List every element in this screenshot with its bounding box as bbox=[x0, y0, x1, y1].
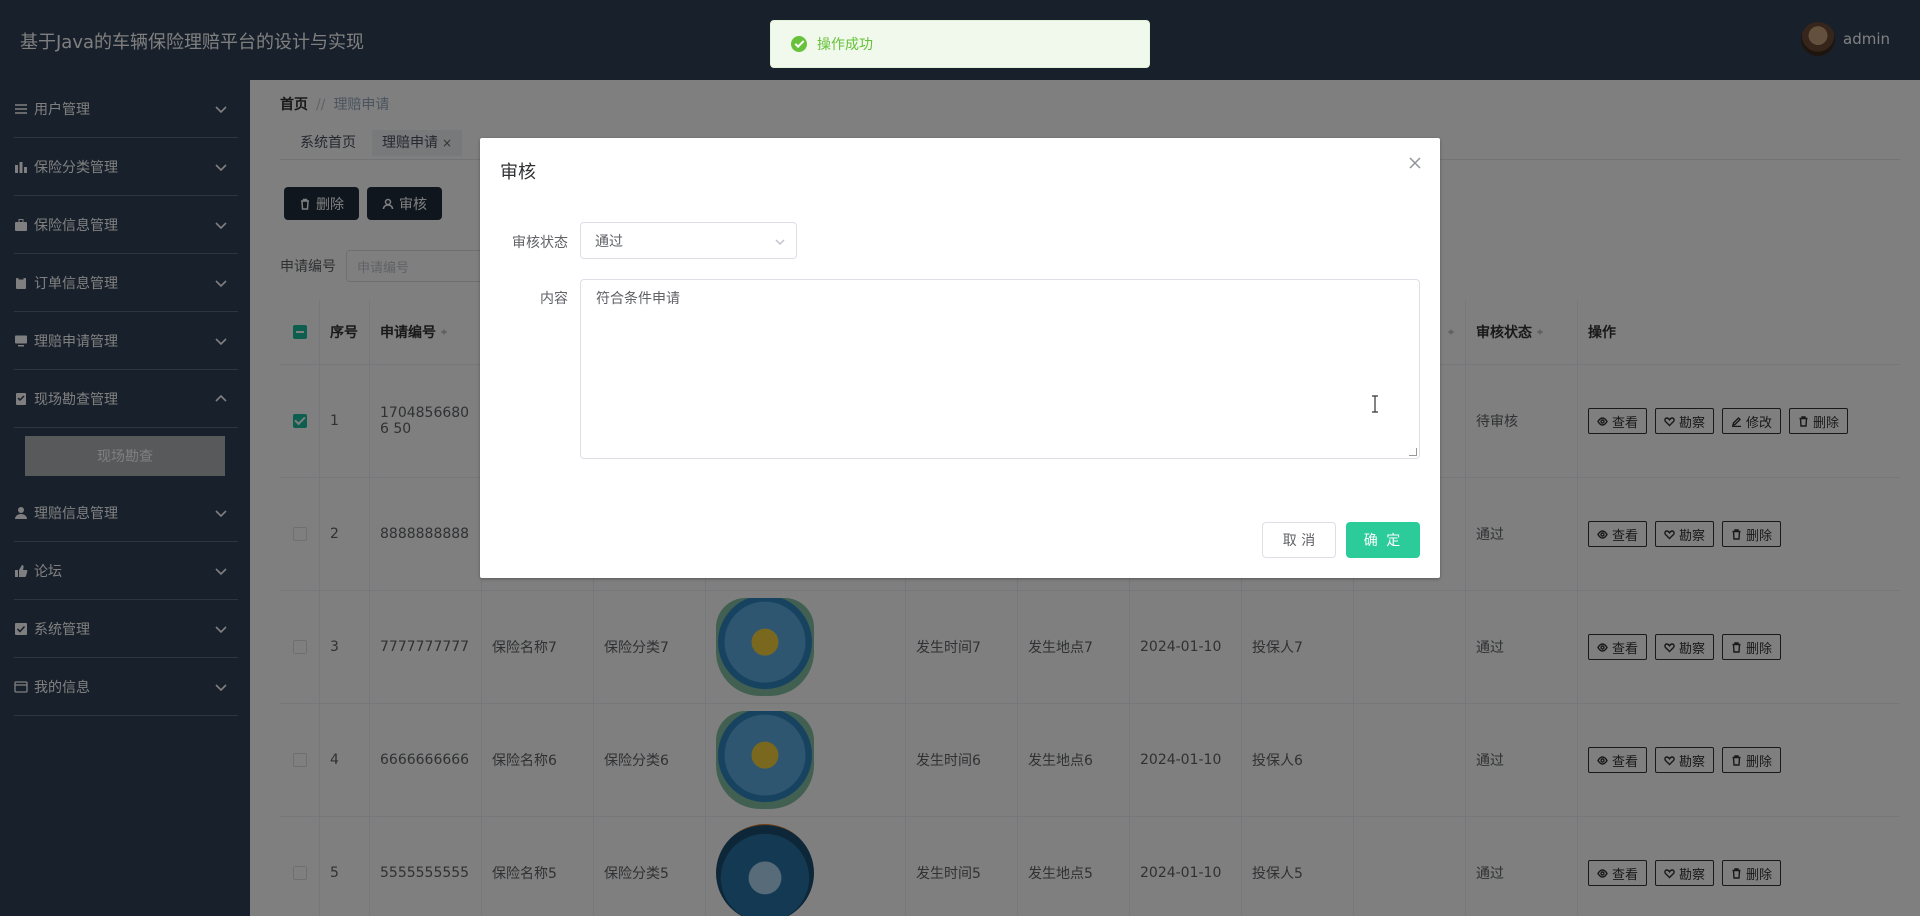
content-label: 内容 bbox=[540, 291, 568, 307]
success-icon bbox=[791, 36, 807, 52]
content-textarea[interactable]: 符合条件申请 bbox=[580, 279, 1420, 459]
confirm-button[interactable]: 确 定 bbox=[1346, 522, 1420, 558]
status-label: 审核状态 bbox=[512, 235, 568, 251]
success-toast: 操作成功 bbox=[770, 20, 1150, 68]
resize-handle[interactable] bbox=[1409, 448, 1417, 456]
content-value: 符合条件申请 bbox=[596, 291, 680, 307]
chevron-down-icon bbox=[775, 239, 785, 246]
toast-message: 操作成功 bbox=[817, 37, 873, 53]
close-icon[interactable] bbox=[1408, 156, 1422, 170]
status-select[interactable]: 通过 bbox=[580, 222, 797, 259]
cancel-button[interactable]: 取 消 bbox=[1262, 522, 1336, 558]
status-select-value: 通过 bbox=[595, 233, 623, 250]
audit-dialog: 审核 审核状态 通过 内容 符合条件申请 取 消 确 定 bbox=[480, 138, 1440, 578]
dialog-title: 审核 bbox=[500, 162, 536, 183]
text-cursor-icon bbox=[1372, 395, 1378, 413]
